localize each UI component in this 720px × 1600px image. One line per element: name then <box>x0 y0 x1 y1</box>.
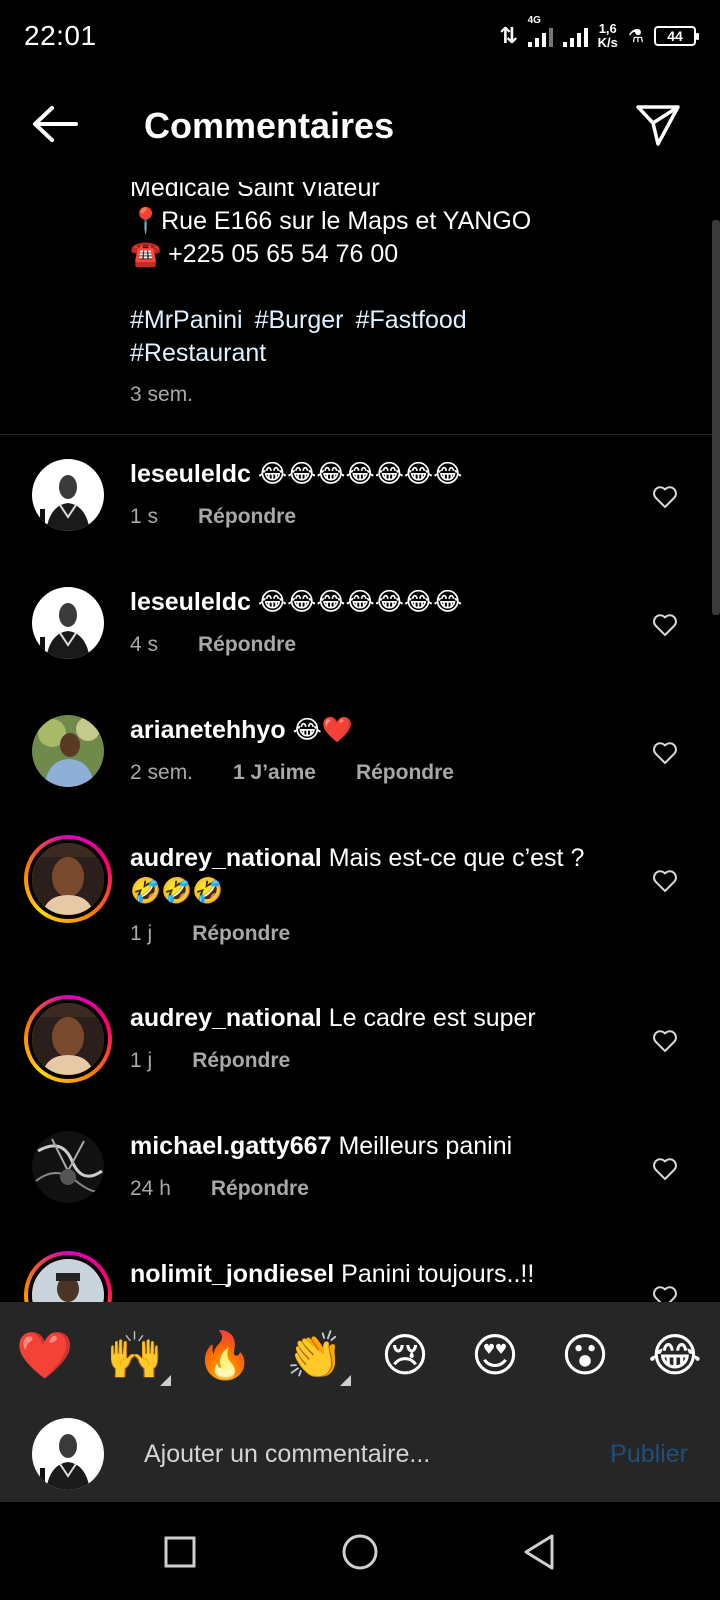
avatar-story-ring[interactable] <box>24 1251 112 1302</box>
comment-username[interactable]: leseuleldc <box>130 460 251 488</box>
network-speed: 1,6 K/s <box>597 21 618 50</box>
reply-button[interactable]: Répondre <box>198 628 296 661</box>
heart-icon[interactable] <box>652 613 678 637</box>
hashtag-link[interactable]: #Burger <box>255 306 344 334</box>
heart-icon[interactable] <box>652 1157 678 1181</box>
emoji-raising-hands-button[interactable]: 🙌 <box>105 1328 171 1386</box>
emoji-laughing-button[interactable]: 😂 <box>645 1328 705 1382</box>
caption-line: 📍Rue E166 sur le Maps et YANGO <box>130 207 532 235</box>
emoji-clapping-button[interactable]: 👏 <box>285 1328 351 1386</box>
emoji-heart-eyes-button[interactable]: 😍 <box>465 1328 525 1382</box>
comment-time: 24 h <box>130 1177 171 1200</box>
battery-icon: 44 <box>654 26 699 46</box>
battery-level: 44 <box>667 28 683 44</box>
comment-text: Meilleurs panini <box>338 1132 513 1160</box>
comment-text: 😂😂😂😂😂😂😂 <box>257 460 463 488</box>
page-title: Commentaires <box>144 105 395 146</box>
comment-time: 1 s <box>130 505 159 528</box>
emoji-crying-button[interactable]: 😢 <box>375 1328 435 1382</box>
signal-4g-icon: 4G <box>527 15 553 47</box>
comment-text: 😂😂😂😂😂😂😂 <box>257 588 463 616</box>
hashtag-row: #Restaurant <box>130 337 531 370</box>
emoji-fire-button[interactable]: 🔥 <box>195 1328 255 1382</box>
avatar[interactable] <box>32 715 104 787</box>
flask-icon: ⚗ <box>627 25 644 46</box>
comment-item: leseuleldc 😂😂😂😂😂😂😂 4 s Répondre <box>0 586 720 686</box>
hashtag-row: #MrPanini #Burger #Fastfood <box>130 304 531 337</box>
back-nav-icon[interactable] <box>518 1530 562 1574</box>
skin-tone-indicator <box>340 1375 351 1386</box>
emoji-reaction-bar: ❤️ 🙌 🔥 👏 😢 😍 😮 😂 <box>0 1302 720 1406</box>
hashtag-link[interactable]: #Fastfood <box>356 306 467 334</box>
signal-icon <box>562 25 588 47</box>
comment-username[interactable]: audrey_national <box>130 844 322 872</box>
caption-line: ☎️ +225 05 65 54 76 00 <box>130 240 399 268</box>
data-transfer-icon: ⇅ <box>499 23 518 48</box>
status-bar: 22:01 ⇅ 4G 1,6 K/s ⚗ 44 <box>0 0 720 72</box>
comment-username[interactable]: michael.gatty667 <box>130 1132 332 1160</box>
comment-username[interactable]: audrey_national <box>130 1004 322 1032</box>
avatar[interactable] <box>32 1131 104 1203</box>
comment-list: leseuleldc 😂😂😂😂😂😂😂 1 s Répondre leseulel… <box>0 436 720 1302</box>
current-user-avatar <box>32 1418 104 1490</box>
heart-icon[interactable] <box>652 741 678 765</box>
comment-time: 1 j <box>130 922 153 945</box>
skin-tone-indicator <box>160 1375 171 1386</box>
caption-timestamp: 3 sem. <box>130 383 194 406</box>
comment-item: audrey_national Le cadre est super 1 j R… <box>0 995 720 1102</box>
post-caption: Médicale Saint Viateur 📍Rue E166 sur le … <box>0 168 720 435</box>
comment-username[interactable]: leseuleldc <box>130 588 251 616</box>
comment-text: 😂❤️ <box>292 716 353 744</box>
back-arrow-icon <box>33 106 78 142</box>
avatar[interactable] <box>32 587 104 659</box>
comment-item: nolimit_jondiesel Panini toujours..!! <box>0 1251 720 1302</box>
app-header: Commentaires <box>0 72 720 182</box>
heart-icon[interactable] <box>652 1029 678 1053</box>
comment-username[interactable]: nolimit_jondiesel <box>130 1260 334 1288</box>
comment-item: arianetehhyo 😂❤️ 2 sem. 1 J’aime Répondr… <box>0 714 720 814</box>
reply-button[interactable]: Répondre <box>356 756 454 789</box>
recent-apps-icon[interactable] <box>158 1530 202 1574</box>
likes-count[interactable]: 1 J’aime <box>233 756 316 789</box>
avatar[interactable] <box>32 459 104 531</box>
avatar-story-ring[interactable] <box>24 835 112 923</box>
reply-button[interactable]: Répondre <box>192 1044 290 1077</box>
share-button[interactable] <box>634 102 682 148</box>
home-icon[interactable] <box>338 1530 382 1574</box>
comment-item: leseuleldc 😂😂😂😂😂😂😂 1 s Répondre <box>0 458 720 558</box>
comment-time: 2 sem. <box>130 761 194 784</box>
network-type: 4G <box>527 15 541 26</box>
comment-item: michael.gatty667 Meilleurs panini 24 h R… <box>0 1130 720 1230</box>
send-icon <box>636 105 680 146</box>
avatar-story-ring[interactable] <box>24 995 112 1083</box>
comment-composer: Publier <box>0 1406 720 1502</box>
comment-input[interactable] <box>144 1434 564 1474</box>
reply-button[interactable]: Répondre <box>198 500 296 533</box>
emoji-surprised-button[interactable]: 😮 <box>555 1328 615 1382</box>
publish-button[interactable]: Publier <box>610 1440 688 1469</box>
reply-button[interactable]: Répondre <box>192 917 290 950</box>
comment-item: audrey_national Mais est-ce que c’est ? … <box>0 835 720 972</box>
comment-time: 1 j <box>130 1049 153 1072</box>
heart-icon[interactable] <box>652 485 678 509</box>
hashtag-link[interactable]: #Restaurant <box>130 339 266 367</box>
status-icons: ⇅ 4G 1,6 K/s ⚗ 44 <box>499 15 699 54</box>
comment-text: Panini toujours..!! <box>341 1260 535 1288</box>
clock: 22:01 <box>24 20 97 51</box>
heart-icon[interactable] <box>652 869 678 893</box>
heart-icon[interactable] <box>652 1285 678 1302</box>
system-nav-bar <box>0 1502 720 1600</box>
emoji-heart-button[interactable]: ❤️ <box>15 1328 75 1382</box>
comment-text: Le cadre est super <box>328 1004 536 1032</box>
comment-time: 4 s <box>130 633 159 656</box>
back-button[interactable] <box>30 104 80 144</box>
hashtag-link[interactable]: #MrPanini <box>130 306 243 334</box>
reply-button[interactable]: Répondre <box>211 1172 309 1205</box>
comment-username[interactable]: arianetehhyo <box>130 716 286 744</box>
